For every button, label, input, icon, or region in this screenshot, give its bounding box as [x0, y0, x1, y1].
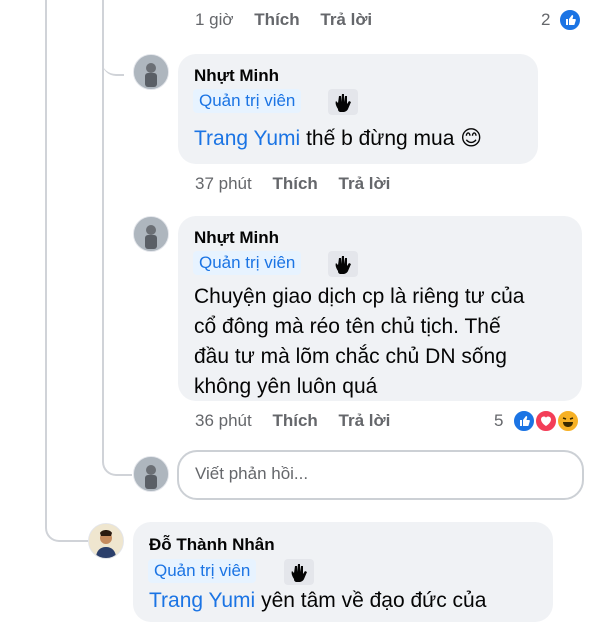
- top-comment-reaction-count[interactable]: 2: [541, 10, 550, 30]
- thread-curve-reply: [102, 440, 132, 476]
- reply-2-like-button[interactable]: Thích: [272, 411, 317, 430]
- reply-2-line-1: Chuyện giao dịch cp là riêng tư của: [194, 285, 525, 308]
- reply-2-reply-button[interactable]: Trả lời: [339, 411, 391, 430]
- wave-hand-icon: [284, 559, 314, 585]
- reply-2-reaction-count[interactable]: 5: [494, 411, 503, 431]
- reply-2-time: 36 phút: [195, 411, 252, 430]
- current-user-avatar[interactable]: [133, 456, 169, 492]
- love-reaction-icon[interactable]: [534, 409, 558, 433]
- reply-2-line-4: không yên luôn quá: [194, 375, 378, 398]
- reply-input-placeholder: Viết phản hồi...: [195, 464, 309, 483]
- thread-curve-next: [45, 510, 89, 542]
- reply-1-time: 37 phút: [195, 174, 252, 193]
- thread-curve-1: [102, 40, 124, 76]
- reply-2-line-3: đầu tư mà lõm chắc chủ DN sống: [194, 345, 507, 368]
- mention-trang-yumi[interactable]: Trang Yumi: [194, 127, 300, 150]
- reply-1-text: Trang Yumi thế b đừng mua 😊: [194, 124, 482, 154]
- reply-1-actions: 37 phút Thích Trả lời: [195, 174, 390, 194]
- haha-reaction-icon[interactable]: [556, 409, 580, 433]
- reply-1-admin-badge: Quản trị viên: [193, 89, 302, 113]
- top-comment-reply-button[interactable]: Trả lời: [320, 10, 372, 29]
- avatar-nhut-minh-2[interactable]: [133, 216, 169, 252]
- wave-hand-icon: [328, 89, 358, 115]
- next-comment-text: Trang Yumi yên tâm về đạo đức của: [149, 586, 486, 616]
- reply-2-actions: 36 phút Thích Trả lời: [195, 411, 390, 431]
- next-comment-author[interactable]: Đỗ Thành Nhân: [149, 535, 275, 555]
- top-comment-time: 1 giờ: [195, 10, 234, 29]
- avatar-nhut-minh-1[interactable]: [133, 54, 169, 90]
- like-reaction-icon[interactable]: [512, 409, 536, 433]
- top-comment-actions: 1 giờ Thích Trả lời: [195, 10, 372, 30]
- reply-2-author[interactable]: Nhựt Minh: [194, 228, 279, 248]
- reply-1-author[interactable]: Nhựt Minh: [194, 66, 279, 86]
- wave-hand-icon: [328, 251, 358, 277]
- avatar-do-thanh-nhan[interactable]: [88, 523, 124, 559]
- reply-1-message: thế b đừng mua 😊: [300, 127, 483, 150]
- thread-line-outer: [45, 0, 47, 525]
- next-comment-admin-badge: Quản trị viên: [148, 559, 257, 583]
- reply-1-reply-button[interactable]: Trả lời: [339, 174, 391, 193]
- next-comment-message: yên tâm về đạo đức của: [255, 589, 487, 612]
- reply-2-text: Chuyện giao dịch cp là riêng tư của cổ đ…: [194, 282, 524, 402]
- reply-1-like-button[interactable]: Thích: [272, 174, 317, 193]
- reply-2-admin-badge: Quản trị viên: [193, 251, 302, 275]
- top-comment-like-button[interactable]: Thích: [254, 10, 299, 29]
- reply-2-line-2: cổ đông mà réo tên chủ tịch. Thế: [194, 315, 501, 338]
- mention-trang-yumi[interactable]: Trang Yumi: [149, 589, 255, 612]
- like-reaction-icon[interactable]: [558, 8, 582, 32]
